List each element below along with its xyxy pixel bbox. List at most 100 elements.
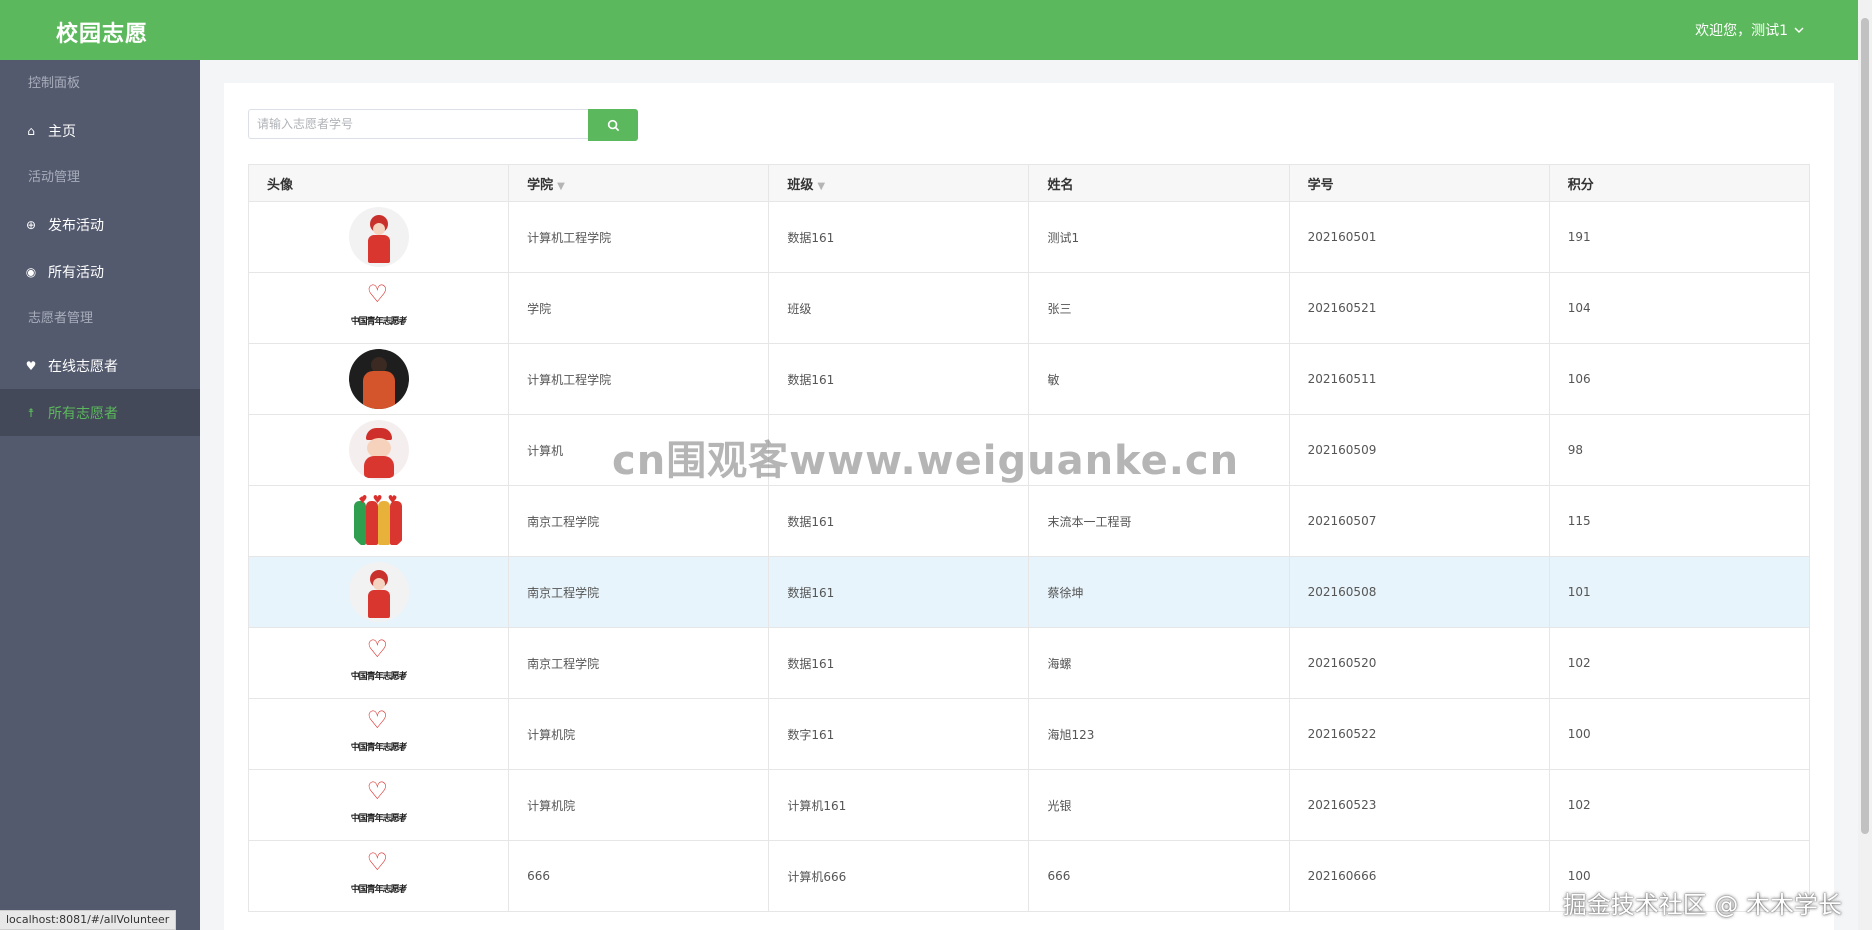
table-row[interactable]: 计算机工程学院 数据161 测试1 202160501 191 (247, 201, 1811, 273)
sidebar-item-home[interactable]: ⌂ 主页 (0, 107, 200, 154)
cell-college: 计算机工程学院 (508, 201, 770, 273)
mascot-avatar (348, 420, 409, 480)
cell-student-id: 202160508 (1288, 556, 1550, 628)
cell-student-id: 202160522 (1288, 698, 1550, 770)
filter-icon[interactable]: ▼ (557, 181, 565, 192)
volunteer-table: 头像 学院 ▼ 班级 ▼ 姓名 学号 积分 计算机工程学院 数据161 测试1 20… (247, 164, 1811, 912)
cell-student-id: 202160521 (1288, 272, 1550, 344)
cell-name: 光银 (1028, 769, 1290, 841)
cell-name: 海旭123 (1028, 698, 1290, 770)
sidebar-item-label: 发布活动 (48, 217, 104, 234)
cell-points: 102 (1548, 627, 1811, 699)
cell-class: 班级 (768, 272, 1030, 344)
cell-student-id: 202160501 (1288, 201, 1550, 273)
cell-name: 蔡徐坤 (1028, 556, 1290, 628)
table-row-hovered[interactable]: 南京工程学院 数据161 蔡徐坤 202160508 101 (247, 556, 1811, 628)
filter-icon[interactable]: ▼ (817, 181, 825, 192)
center-watermark: cn围观客www.weiguanke.cn (612, 438, 1240, 484)
table-row[interactable]: ♡ 中国青年志愿者 学院 班级 张三 202160521 104 (247, 272, 1811, 344)
user-greeting[interactable]: 欢迎您，测试1 (1695, 20, 1788, 40)
sidebar: 控制面板 ⌂ 主页 活动管理 ⊕ 发布活动 ◉ 所有活动 志愿者管理 ♥ 在线志… (0, 60, 200, 930)
table-row[interactable]: ♥ ♥ ♥ 南京工程学院 数据161 末流本一工程哥 202160507 115 (247, 485, 1811, 557)
cell-class: 数字161 (768, 698, 1030, 770)
sidebar-group-dashboard: 控制面板 (28, 76, 81, 91)
search-input[interactable] (248, 109, 588, 139)
sidebar-group-activity: 活动管理 (28, 170, 81, 185)
cell-name: 末流本一工程哥 (1028, 485, 1290, 557)
china-youth-volunteer-logo: ♡ 中国青年志愿者 (348, 775, 409, 835)
search-icon (607, 119, 619, 131)
sidebar-group-volunteer: 志愿者管理 (28, 311, 94, 326)
china-youth-volunteer-logo: ♡ 中国青年志愿者 (348, 633, 409, 693)
cell-college: 南京工程学院 (508, 485, 770, 557)
china-youth-volunteer-logo: ♡ 中国青年志愿者 (348, 704, 409, 764)
group-volunteers-avatar: ♥ ♥ ♥ (348, 491, 409, 551)
column-points: 积分 (1548, 164, 1811, 202)
cell-class: 数据161 (768, 627, 1030, 699)
sidebar-item-online-volunteers[interactable]: ♥ 在线志愿者 (0, 342, 200, 389)
cell-name: 测试1 (1028, 201, 1290, 273)
cell-points: 102 (1548, 769, 1811, 841)
column-student-id: 学号 (1288, 164, 1550, 202)
cell-points: 101 (1548, 556, 1811, 628)
table-row[interactable]: 计算机工程学院 数据161 敏 202160511 106 (247, 343, 1811, 415)
sidebar-item-label: 在线志愿者 (48, 358, 118, 375)
cell-class: 计算机666 (768, 840, 1030, 912)
cell-student-id: 202160666 (1288, 840, 1550, 912)
column-college[interactable]: 学院 ▼ (508, 164, 770, 202)
main-panel: 头像 学院▼ 班级▼ 姓名 学号 积分 计算机工程学院 数据161 测试1 20… (224, 83, 1834, 930)
table-row[interactable]: ♡ 中国青年志愿者 计算机院 计算机161 光银 202160523 102 (247, 769, 1811, 841)
girl-heart-avatar (348, 562, 409, 622)
cell-points: 104 (1548, 272, 1811, 344)
cell-points: 191 (1548, 201, 1811, 273)
status-bar-url: localhost:8081/#/allVolunteer (0, 910, 177, 930)
sidebar-item-label: 所有志愿者 (48, 405, 118, 422)
cell-college: 计算机院 (508, 698, 770, 770)
cell-class: 数据161 (768, 556, 1030, 628)
volunteer-shirt-avatar (348, 349, 409, 409)
eye-icon: ◉ (25, 264, 37, 279)
table-row[interactable]: ♡ 中国青年志愿者 南京工程学院 数据161 海螺 202160520 102 (247, 627, 1811, 699)
sidebar-item-label: 主页 (48, 123, 76, 140)
cell-college: 计算机工程学院 (508, 343, 770, 415)
chevron-down-icon (1794, 27, 1804, 34)
cell-college: 南京工程学院 (508, 556, 770, 628)
china-youth-volunteer-logo: ♡ 中国青年志愿者 (348, 278, 409, 338)
sidebar-item-all-volunteers[interactable]: ☨ 所有志愿者 (0, 389, 200, 436)
page-scrollbar[interactable] (1858, 0, 1872, 930)
sidebar-item-label: 所有活动 (48, 264, 104, 281)
cell-college: 666 (508, 840, 770, 912)
cell-college: 计算机院 (508, 769, 770, 841)
user-menu[interactable]: 欢迎您，测试1 (1695, 20, 1804, 40)
search-bar (248, 109, 638, 141)
cell-student-id: 202160507 (1288, 485, 1550, 557)
sidebar-item-all-activities[interactable]: ◉ 所有活动 (0, 248, 200, 295)
search-button[interactable] (588, 109, 638, 141)
column-class[interactable]: 班级 ▼ (768, 164, 1030, 202)
cell-class: 数据161 (768, 485, 1030, 557)
cell-class: 数据161 (768, 201, 1030, 273)
cell-points: 115 (1548, 485, 1811, 557)
table-header-row: 头像 学院 ▼ 班级 ▼ 姓名 学号 积分 (247, 164, 1811, 202)
cell-name: 张三 (1028, 272, 1290, 344)
girl-heart-avatar (348, 207, 409, 267)
home-icon: ⌂ (27, 123, 35, 138)
column-avatar: 头像 (247, 164, 510, 202)
cell-student-id: 202160523 (1288, 769, 1550, 841)
corner-watermark: 掘金技术社区 @ 木木学长 (1562, 891, 1842, 919)
cell-student-id: 202160509 (1288, 414, 1550, 486)
cell-points: 100 (1548, 698, 1811, 770)
person-icon: ☨ (27, 405, 35, 420)
heart-icon: ♥ (25, 358, 37, 373)
app-brand[interactable]: 校园志愿 (56, 16, 148, 48)
table-row[interactable]: ♡ 中国青年志愿者 计算机院 数字161 海旭123 202160522 100 (247, 698, 1811, 770)
column-name: 姓名 (1028, 164, 1290, 202)
scrollbar-thumb[interactable] (1861, 18, 1869, 834)
sidebar-item-publish-activity[interactable]: ⊕ 发布活动 (0, 201, 200, 248)
china-youth-volunteer-logo: ♡ 中国青年志愿者 (348, 846, 409, 906)
cell-class: 数据161 (768, 343, 1030, 415)
cell-college: 南京工程学院 (508, 627, 770, 699)
cell-college: 学院 (508, 272, 770, 344)
cell-class: 计算机161 (768, 769, 1030, 841)
cell-name: 敏 (1028, 343, 1290, 415)
